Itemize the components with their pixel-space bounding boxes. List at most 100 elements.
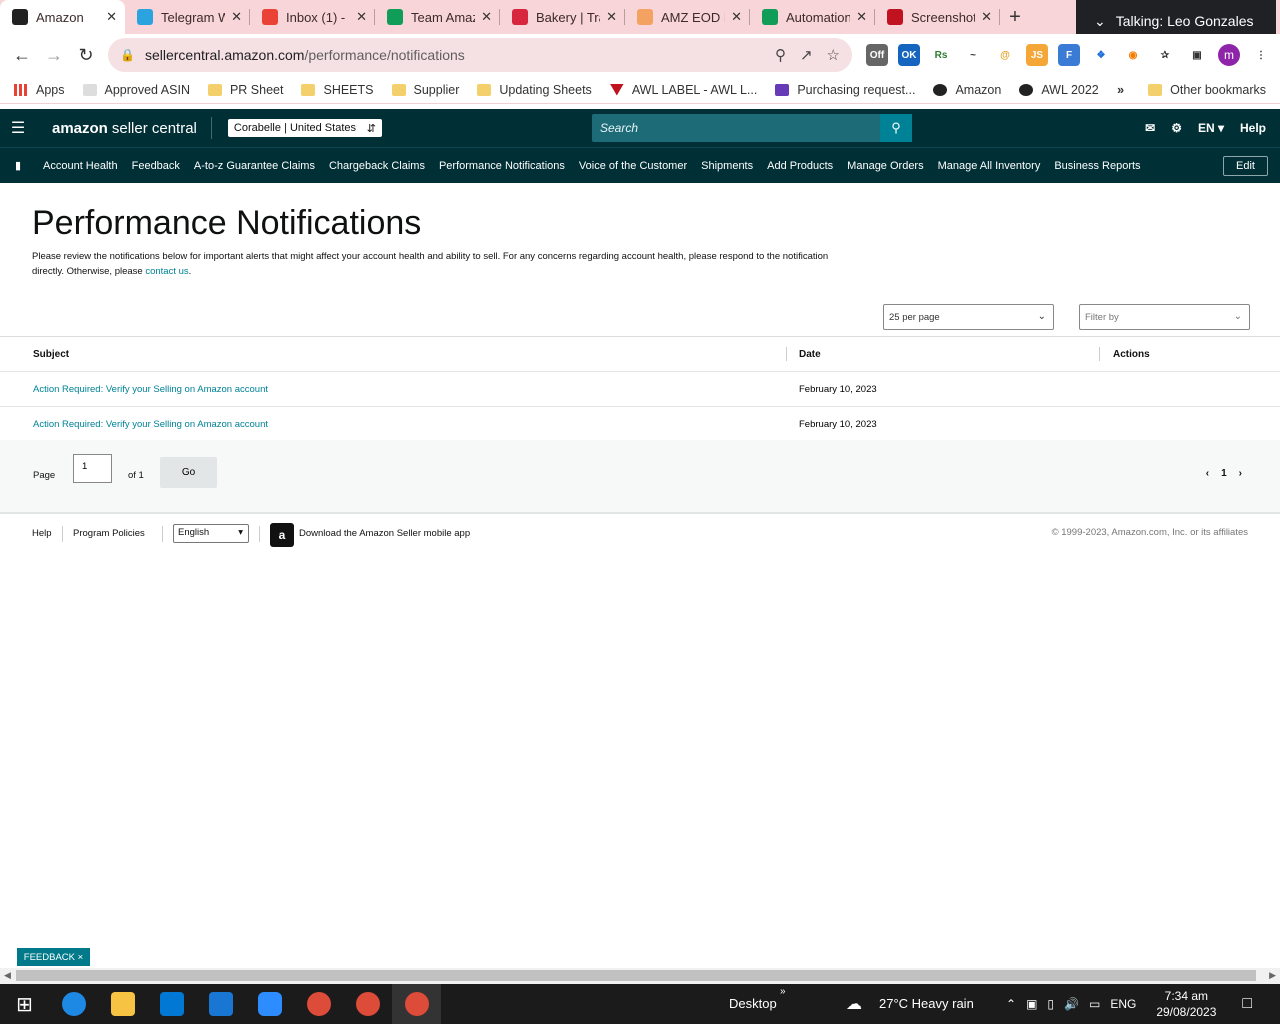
program-policies-link[interactable]: Program Policies (73, 528, 145, 539)
microphone-icon[interactable]: ▯ (1047, 997, 1054, 1011)
mail-app-icon[interactable] (196, 984, 245, 1024)
edit-nav-button[interactable]: Edit (1223, 156, 1268, 176)
back-icon[interactable]: ← (6, 45, 38, 66)
nav-item-add-products[interactable]: Add Products (767, 160, 833, 172)
browser-tab[interactable]: Telegram W ✕ (125, 0, 250, 34)
close-icon[interactable]: ✕ (856, 9, 867, 25)
notification-subject-link[interactable]: Action Required: Verify your Selling on … (33, 419, 268, 430)
nav-item-performance-notifications[interactable]: Performance Notifications (439, 160, 565, 172)
nav-item-feedback[interactable]: Feedback (132, 160, 180, 172)
browser-tab[interactable]: Automation ✕ (750, 0, 875, 34)
current-page[interactable]: 1 (1221, 468, 1227, 479)
language-indicator[interactable]: ENG (1110, 997, 1136, 1011)
extension-orange-icon[interactable]: ◉ (1122, 44, 1144, 66)
bookmark-item[interactable]: Updating Sheets (477, 83, 592, 97)
store-icon[interactable] (147, 984, 196, 1024)
sidepanel-icon[interactable]: ▣ (1186, 44, 1208, 66)
go-button[interactable]: Go (160, 457, 217, 488)
new-tab-icon[interactable]: + (1000, 0, 1030, 34)
download-app-link[interactable]: Download the Amazon Seller mobile app (299, 528, 470, 539)
help-link[interactable]: Help (1240, 121, 1266, 135)
clock[interactable]: 7:34 am 29/08/2023 (1156, 988, 1216, 1020)
zoom-app-icon[interactable] (245, 984, 294, 1024)
browser-tab[interactable]: Inbox (1) - ✕ (250, 0, 375, 34)
bookmark-item[interactable]: Supplier (391, 83, 459, 97)
share-icon[interactable]: ↗ (800, 46, 813, 64)
extension-rs-icon[interactable]: Rs (930, 44, 952, 66)
chevron-up-small-icon[interactable]: » (780, 986, 786, 997)
filter-select[interactable]: Filter by ⌄ (1079, 304, 1250, 330)
browser-tab[interactable]: Amazon ✕ (0, 0, 125, 34)
close-icon[interactable]: × (78, 952, 84, 963)
chevron-down-icon[interactable]: ⌄ (1094, 13, 1106, 30)
network-icon[interactable]: ▭ (1089, 997, 1100, 1011)
nav-item-a-to-z-guarantee-claims[interactable]: A-to-z Guarantee Claims (194, 160, 315, 172)
page-number-input[interactable]: 1 (73, 454, 112, 483)
bookmark-item[interactable]: Amazon (933, 83, 1001, 97)
extension-logo-icon[interactable]: ~ (962, 44, 984, 66)
column-subject[interactable]: Subject (33, 349, 69, 360)
horizontal-scrollbar[interactable]: ◀ ▶ (0, 968, 1280, 984)
battery-icon[interactable]: ▣ (1026, 997, 1037, 1011)
close-icon[interactable]: ✕ (231, 9, 242, 25)
chrome-icon[interactable] (294, 984, 343, 1024)
windows-start-icon[interactable]: ⊞ (0, 984, 49, 1024)
chevron-up-icon[interactable]: ⌃ (1006, 997, 1016, 1011)
nav-item-shipments[interactable]: Shipments (701, 160, 753, 172)
seller-central-logo[interactable]: amazon seller central (36, 117, 212, 139)
menu-kebab-icon[interactable]: ⋮ (1250, 44, 1272, 66)
bookmark-star-icon[interactable]: ☆ (827, 46, 840, 64)
bookmarks-overflow-icon[interactable]: » (1117, 83, 1124, 97)
close-icon[interactable]: ✕ (731, 9, 742, 25)
browser-tab[interactable]: Bakery | Tra ✕ (500, 0, 625, 34)
url-bar[interactable]: 🔒 sellercentral.amazon.com/performance/n… (108, 38, 852, 72)
nav-item-chargeback-claims[interactable]: Chargeback Claims (329, 160, 425, 172)
hamburger-menu-icon[interactable]: ☰ (0, 118, 36, 138)
contact-us-link[interactable]: contact us (145, 266, 188, 277)
extension-off-icon[interactable]: Off (866, 44, 888, 66)
zoom-icon[interactable]: ⚲ (775, 46, 786, 64)
bookmark-item[interactable]: SHEETS (301, 83, 374, 97)
weather-text[interactable]: 27°C Heavy rain (879, 996, 974, 1011)
extension-target-icon[interactable]: ❖ (1090, 44, 1112, 66)
feedback-button[interactable]: FEEDBACK × (17, 948, 90, 966)
gear-icon[interactable]: ⚙ (1171, 121, 1182, 135)
puzzle-icon[interactable]: ✰ (1154, 44, 1176, 66)
scrollbar-thumb[interactable] (16, 970, 1256, 981)
bookmark-item[interactable]: Purchasing request... (775, 83, 915, 97)
close-icon[interactable]: ✕ (481, 9, 492, 25)
browser-tab[interactable]: AMZ EOD F ✕ (625, 0, 750, 34)
nav-item-manage-orders[interactable]: Manage Orders (847, 160, 923, 172)
extension-js-icon[interactable]: JS (1026, 44, 1048, 66)
footer-help-link[interactable]: Help (32, 528, 52, 539)
close-icon[interactable]: ✕ (606, 9, 617, 25)
close-icon[interactable]: ✕ (356, 9, 367, 25)
amazon-app-icon[interactable]: a (270, 523, 294, 547)
desktop-label[interactable]: Desktop (729, 996, 777, 1011)
edge-icon[interactable] (49, 984, 98, 1024)
bookmark-item[interactable]: PR Sheet (207, 83, 283, 97)
language-selector[interactable]: EN ▾ (1198, 121, 1224, 135)
file-explorer-icon[interactable] (98, 984, 147, 1024)
browser-tab[interactable]: Team Amaz ✕ (375, 0, 500, 34)
nav-item-business-reports[interactable]: Business Reports (1054, 160, 1140, 172)
nav-item-voice-of-the-customer[interactable]: Voice of the Customer (579, 160, 687, 172)
bookmark-item[interactable]: AWL LABEL - AWL L... (609, 83, 757, 97)
search-icon[interactable]: ⚲ (880, 114, 912, 142)
profile-avatar[interactable]: m (1218, 44, 1240, 66)
mail-icon[interactable]: ✉ (1145, 121, 1155, 135)
nav-item-manage-all-inventory[interactable]: Manage All Inventory (938, 160, 1041, 172)
bookmark-pin-icon[interactable]: ▮ (0, 159, 36, 172)
notification-icon[interactable]: □ (1242, 995, 1252, 1013)
chevron-right-icon[interactable]: › (1239, 468, 1242, 479)
reload-icon[interactable]: ↻ (70, 45, 102, 66)
column-date[interactable]: Date (799, 349, 821, 360)
extension-fba-icon[interactable]: F (1058, 44, 1080, 66)
close-icon[interactable]: ✕ (981, 9, 992, 25)
store-selector[interactable]: Corabelle | United States ⇵ (227, 119, 382, 137)
bookmark-item[interactable]: AWL 2022 (1019, 83, 1099, 97)
extension-circle-icon[interactable]: @ (994, 44, 1016, 66)
search-input[interactable] (592, 121, 880, 135)
chrome-active-icon[interactable] (392, 984, 441, 1024)
extension-ok-icon[interactable]: OK (898, 44, 920, 66)
